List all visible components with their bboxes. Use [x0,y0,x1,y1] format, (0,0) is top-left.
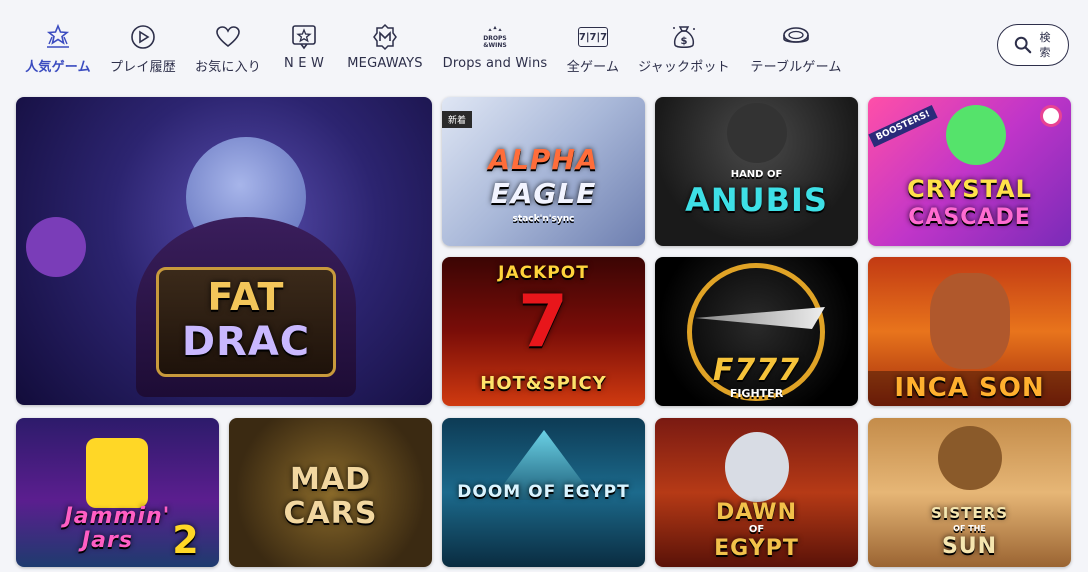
game-title-number: 2 [172,518,200,562]
game-tile-dawn-of-egypt[interactable]: DAWN OF EGYPT [655,418,858,567]
nav-label: お気に入り [194,60,261,75]
money-bag-icon: $ [669,22,699,52]
game-title-line2: EAGLE [490,177,597,210]
megaways-icon [370,22,400,52]
game-title-line2: EGYPT [714,536,799,561]
slot-icon-text: 7|7|7 [577,27,609,47]
provider-logo-icon [1040,105,1062,127]
drops-icon-text: DROPS [483,35,507,42]
nav-item-popular[interactable]: 人気ゲーム [22,22,94,76]
nav-label: 人気ゲーム [25,60,91,75]
search-label-top: 検 [1039,31,1051,44]
game-tile-alpha-eagle[interactable]: 新着 ALPHA EAGLE stack'n'sync [442,97,645,246]
slot-777-icon: 7|7|7 [577,22,609,52]
game-title-line2: CASCADE [908,205,1031,230]
nav-item-new[interactable]: N E W [276,22,332,76]
game-title-line2: SUN [941,534,998,559]
game-tile-inca-son[interactable]: INCA SON [868,257,1071,406]
drops-and-wins-icon: DROPS &WINS [480,22,510,52]
nav-label: テーブルゲーム [750,60,842,75]
game-tile-crystal-cascade[interactable]: BOOSTERS! CRYSTAL CASCADE [868,97,1071,246]
jar-character-image [86,438,148,508]
search-label: 検 索 [1038,30,1052,60]
table-game-icon [781,22,811,52]
game-title: INCA SON [894,373,1045,403]
nav-label: 全ゲーム [566,60,620,75]
monster-character-image [946,105,1006,165]
game-title-line1: SISTERS [930,504,1009,522]
horus-character-image [725,432,789,502]
game-tile-hot-and-spicy[interactable]: JACKPOT 7 HOT&SPICY [442,257,645,406]
game-tile-mad-cars[interactable]: MAD CARS [229,418,432,567]
bat-character-image [26,217,86,277]
nav-label: Drops and Wins [442,56,548,71]
nav-item-favorites[interactable]: お気に入り [192,22,264,76]
game-title-line1: DAWN [716,500,797,525]
inca-warrior-image [930,273,1010,369]
game-title-of: OF [748,524,765,535]
play-history-icon [128,22,158,52]
nav-item-drops-and-wins[interactable]: DROPS &WINS Drops and Wins [440,22,550,76]
nav-item-megaways[interactable]: MEGAWAYS [344,22,426,76]
new-star-icon [289,22,319,52]
wins-icon-text: &WINS [483,42,507,49]
nav-label: MEGAWAYS [347,56,423,71]
new-badge: 新着 [442,111,473,128]
game-tile-f777-fighter[interactable]: F777 FIGHTER [655,257,858,406]
search-label-bottom: 索 [1039,46,1051,59]
egyptian-sisters-image [938,426,1002,490]
game-tile-jammin-jars-2[interactable]: Jammin' Jars 2 [16,418,219,567]
game-title-line1: CRYSTAL [907,175,1032,203]
nav-label: ジャックポット [638,60,730,75]
game-title: ANUBIS [685,181,828,219]
heart-icon [213,22,243,52]
game-title-line1: ALPHA [488,143,599,176]
game-title-seven: 7 [517,279,570,363]
nav-label: プレイ履歴 [109,60,176,75]
game-tile-sisters-of-the-sun[interactable]: SISTERS OF THE SUN [868,418,1071,567]
svg-text:$: $ [681,36,688,47]
anubis-head-image [727,103,787,163]
game-tile-fat-drac[interactable]: FAT DRAC [16,97,432,405]
game-tile-hand-of-anubis[interactable]: HAND OF ANUBIS [655,97,858,246]
game-title-top: HAND OF [730,169,783,180]
nav-label: N E W [283,56,325,71]
search-icon [1014,36,1032,54]
game-title: DOOM OF EGYPT [457,482,630,502]
nav-item-all-games[interactable]: 7|7|7 全ゲーム [562,22,624,76]
nav-item-jackpot[interactable]: $ ジャックポット [636,22,732,76]
search-button[interactable]: 検 索 [997,24,1069,66]
boosters-ribbon: BOOSTERS! [868,104,939,148]
game-title-line1: FAT [207,275,285,319]
nav-item-history[interactable]: プレイ履歴 [106,22,180,76]
game-tile-doom-of-egypt[interactable]: DOOM OF EGYPT [442,418,645,567]
game-title: F777 [712,353,801,388]
game-title-line1: MAD [290,462,371,497]
nav-item-table-games[interactable]: テーブルゲーム [746,22,846,76]
game-title-line2: CARS [283,496,378,531]
category-nav: 人気ゲーム プレイ履歴 お気に入り N E W MEGAWAYS DROPS &… [0,0,1088,90]
game-title-of-the: OF THE [953,524,986,533]
stars-trophy-icon [43,22,73,52]
game-subtitle: stack'n'sync [512,214,575,224]
game-title: HOT&SPICY [480,373,607,394]
game-title-line2: DRAC [181,319,311,365]
game-subtitle: FIGHTER [729,387,784,400]
